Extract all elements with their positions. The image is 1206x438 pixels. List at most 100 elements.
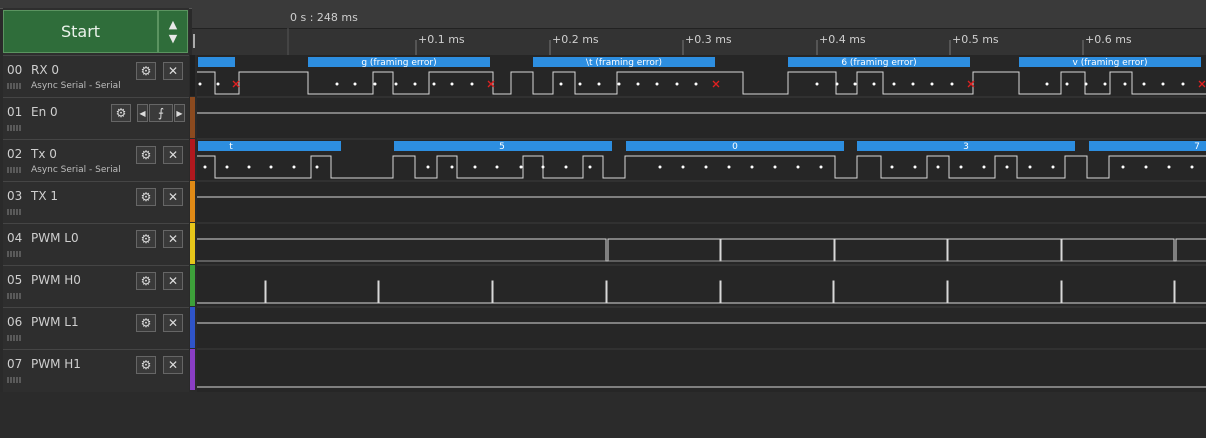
channel-row-02[interactable]: 02 Tx 0 Async Serial - Serial ⚙ ✕ bbox=[3, 139, 189, 180]
gear-icon: ⚙ bbox=[140, 148, 152, 162]
channel-name[interactable]: PWM L1 bbox=[31, 315, 79, 329]
channel-close-button[interactable]: ✕ bbox=[163, 314, 183, 332]
channel-settings-button[interactable]: ⚙ bbox=[136, 230, 156, 248]
channel-color-03 bbox=[190, 181, 195, 222]
bottom-empty-area bbox=[0, 392, 1206, 438]
channel-name[interactable]: RX 0 bbox=[31, 63, 59, 77]
channel-color-01 bbox=[190, 97, 195, 138]
gear-icon: ⚙ bbox=[140, 274, 152, 288]
down-arrow-icon[interactable]: ▼ bbox=[169, 32, 177, 46]
channel-row-05[interactable]: 05 PWM H0 ⚙ ✕ bbox=[3, 265, 189, 306]
channel-name[interactable]: PWM H0 bbox=[31, 273, 81, 287]
channel-settings-button[interactable]: ⚙ bbox=[136, 146, 156, 164]
channel-number: 01 bbox=[7, 105, 23, 119]
tx-frame-label: t bbox=[229, 142, 233, 152]
channel-name[interactable]: TX 1 bbox=[31, 189, 58, 203]
close-icon: ✕ bbox=[167, 316, 179, 330]
channel-row-07[interactable]: 07 PWM H1 ⚙ ✕ bbox=[3, 349, 189, 390]
tx-frame-label: 7 bbox=[1194, 142, 1200, 152]
next-edge-button[interactable]: ▶ bbox=[174, 104, 185, 122]
prev-edge-button[interactable]: ◀ bbox=[137, 104, 148, 122]
channel-close-button[interactable]: ✕ bbox=[163, 272, 183, 290]
start-options[interactable]: ▲ ▼ bbox=[158, 10, 188, 53]
up-arrow-icon[interactable]: ▲ bbox=[169, 18, 177, 32]
channel-row-06[interactable]: 06 PWM L1 ⚙ ✕ bbox=[3, 307, 189, 348]
drag-grip-icon[interactable] bbox=[7, 83, 21, 89]
tx-frame-label: 0 bbox=[732, 142, 738, 152]
channel-row-03[interactable]: 03 TX 1 ⚙ ✕ bbox=[3, 181, 189, 222]
waveform-area[interactable]: g (framing error) \t (framing error) 6 (… bbox=[197, 55, 1206, 392]
channel-color-04 bbox=[190, 223, 195, 264]
channel-name[interactable]: PWM H1 bbox=[31, 357, 81, 371]
channel-settings-button[interactable]: ⚙ bbox=[136, 356, 156, 374]
drag-grip-icon[interactable] bbox=[7, 125, 21, 131]
ruler-ticks bbox=[193, 28, 1084, 55]
drag-grip-icon[interactable] bbox=[7, 167, 21, 173]
channel-settings-button[interactable]: ⚙ bbox=[136, 272, 156, 290]
channel-close-button[interactable]: ✕ bbox=[163, 356, 183, 374]
chevron-left-icon: ◀ bbox=[139, 108, 146, 118]
channel-settings-button[interactable]: ⚙ bbox=[136, 314, 156, 332]
start-button[interactable]: Start bbox=[3, 10, 158, 53]
close-icon: ✕ bbox=[167, 358, 179, 372]
rx-frame-bar bbox=[198, 57, 235, 67]
channel-number: 07 bbox=[7, 357, 23, 371]
channel-number: 00 bbox=[7, 63, 23, 77]
channel-number: 06 bbox=[7, 315, 23, 329]
close-icon: ✕ bbox=[167, 274, 179, 288]
rx-frame-label: \t (framing error) bbox=[586, 58, 662, 68]
channel-settings-button[interactable]: ⚙ bbox=[111, 104, 131, 122]
drag-grip-icon[interactable] bbox=[7, 335, 21, 341]
channel-number: 05 bbox=[7, 273, 23, 287]
gear-icon: ⚙ bbox=[140, 64, 152, 78]
gear-icon: ⚙ bbox=[115, 106, 127, 120]
gear-icon: ⚙ bbox=[140, 358, 152, 372]
rising-edge-icon: ⨍ bbox=[157, 106, 165, 120]
channel-row-01[interactable]: 01 En 0 ⚙ ◀ ⨍ ▶ bbox=[3, 97, 189, 138]
drag-grip-icon[interactable] bbox=[7, 377, 21, 383]
channel-name[interactable]: PWM L0 bbox=[31, 231, 79, 245]
tx-frame-bar bbox=[198, 141, 341, 151]
channel-row-00[interactable]: 00 RX 0 Async Serial - Serial ⚙ ✕ bbox=[3, 55, 189, 96]
analyzer-label: Async Serial - Serial bbox=[31, 81, 121, 91]
time-ruler[interactable]: 0 s : 248 ms +0.1 ms +0.2 ms +0.3 ms +0.… bbox=[192, 8, 1206, 55]
tx-frame-bar bbox=[1089, 141, 1206, 151]
gear-icon: ⚙ bbox=[140, 232, 152, 246]
drag-grip-icon[interactable] bbox=[7, 209, 21, 215]
close-icon: ✕ bbox=[167, 232, 179, 246]
channel-close-button[interactable]: ✕ bbox=[163, 62, 183, 80]
channel-number: 03 bbox=[7, 189, 23, 203]
waveform-svg[interactable]: g (framing error) \t (framing error) 6 (… bbox=[197, 55, 1206, 392]
channel-color-02 bbox=[190, 139, 195, 180]
channel-name[interactable]: Tx 0 bbox=[31, 147, 57, 161]
drag-grip-icon[interactable] bbox=[7, 293, 21, 299]
channel-color-07 bbox=[190, 349, 195, 390]
rx-frame-label: 6 (framing error) bbox=[841, 58, 916, 68]
start-label: Start bbox=[60, 22, 101, 41]
channel-number: 04 bbox=[7, 231, 23, 245]
channel-name[interactable]: En 0 bbox=[31, 105, 58, 119]
channel-row-04[interactable]: 04 PWM L0 ⚙ ✕ bbox=[3, 223, 189, 264]
channel-settings-button[interactable]: ⚙ bbox=[136, 188, 156, 206]
channel-close-button[interactable]: ✕ bbox=[163, 188, 183, 206]
tx-frame-label: 3 bbox=[963, 142, 969, 152]
channel-number: 02 bbox=[7, 147, 23, 161]
channel-close-button[interactable]: ✕ bbox=[163, 146, 183, 164]
close-icon: ✕ bbox=[167, 190, 179, 204]
rx-frame-label: v (framing error) bbox=[1073, 58, 1148, 68]
channel-color-00 bbox=[190, 55, 195, 96]
channel-close-button[interactable]: ✕ bbox=[163, 230, 183, 248]
channel-settings-button[interactable]: ⚙ bbox=[136, 62, 156, 80]
close-icon: ✕ bbox=[167, 64, 179, 78]
channel-color-06 bbox=[190, 307, 195, 348]
gear-icon: ⚙ bbox=[140, 190, 152, 204]
drag-grip-icon[interactable] bbox=[7, 251, 21, 257]
gear-icon: ⚙ bbox=[140, 316, 152, 330]
tx-frame-label: 5 bbox=[499, 142, 505, 152]
channel-color-05 bbox=[190, 265, 195, 306]
close-icon: ✕ bbox=[167, 148, 179, 162]
trigger-edge-button[interactable]: ⨍ bbox=[149, 104, 173, 122]
analyzer-label: Async Serial - Serial bbox=[31, 165, 121, 175]
rx-frame-label: g (framing error) bbox=[361, 58, 436, 68]
rx-frames bbox=[198, 57, 1201, 67]
